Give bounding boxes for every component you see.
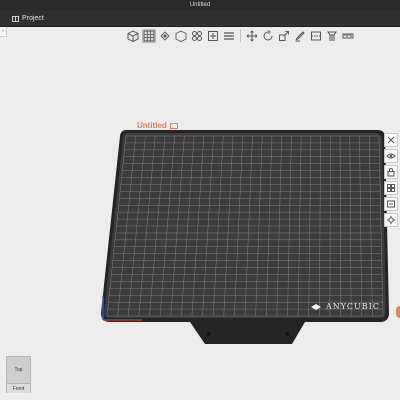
grid-line-vertical bbox=[359, 135, 362, 317]
view-cube-top-face[interactable]: Top bbox=[7, 357, 30, 383]
grid-view-icon[interactable] bbox=[142, 28, 156, 43]
layers-icon[interactable] bbox=[222, 29, 236, 43]
grid-line-vertical bbox=[369, 135, 373, 317]
plate-indicator-dot[interactable] bbox=[396, 306, 400, 318]
grid-line-vertical bbox=[276, 135, 282, 317]
support-icon[interactable] bbox=[325, 29, 339, 43]
plate-toolbar bbox=[384, 133, 400, 227]
menu-bar: Project bbox=[0, 11, 400, 27]
grid-line-vertical bbox=[319, 135, 321, 317]
grid-line-vertical bbox=[138, 135, 156, 317]
scale-icon[interactable] bbox=[277, 29, 291, 43]
build-plate-view bbox=[101, 130, 389, 344]
grid-line-vertical bbox=[223, 135, 234, 317]
grid-line-vertical bbox=[212, 135, 224, 317]
build-plate-surface bbox=[104, 133, 386, 318]
mount-hole-right bbox=[285, 332, 289, 336]
measure-icon[interactable] bbox=[341, 29, 355, 43]
arrange-plate-icon[interactable] bbox=[384, 181, 398, 195]
arrange-icon[interactable] bbox=[190, 29, 204, 43]
cloud-icon[interactable] bbox=[158, 29, 172, 43]
grid-line-vertical bbox=[234, 135, 243, 317]
move-icon[interactable] bbox=[245, 29, 259, 43]
grid-line-vertical bbox=[128, 135, 146, 317]
grid-line-vertical bbox=[308, 135, 312, 317]
sidebar-toggle[interactable]: › bbox=[0, 27, 7, 37]
bed-brand-text: ANYCUBIC bbox=[326, 302, 380, 311]
grid-line-vertical bbox=[266, 135, 273, 317]
view-cube[interactable]: Top Front bbox=[6, 356, 31, 393]
cut-icon[interactable] bbox=[309, 29, 323, 43]
grid-line-vertical bbox=[106, 135, 127, 317]
main-toolbar bbox=[126, 26, 355, 45]
grid-line-vertical bbox=[191, 135, 205, 317]
close-plate-icon[interactable] bbox=[384, 133, 398, 147]
grid-line-vertical bbox=[244, 135, 253, 317]
view-cube-front-face[interactable]: Front bbox=[7, 383, 30, 393]
mount-hole-left bbox=[207, 332, 211, 336]
plate-grid bbox=[106, 135, 384, 317]
cube-outline-icon[interactable] bbox=[174, 29, 188, 43]
project-menu-label: Project bbox=[22, 15, 44, 22]
grid-line-vertical bbox=[159, 135, 175, 317]
grid-line-vertical bbox=[349, 135, 352, 317]
eye-icon[interactable] bbox=[384, 149, 398, 163]
view-cube-front-label: Front bbox=[12, 385, 25, 392]
grid-line-vertical bbox=[378, 135, 384, 317]
grid-line-vertical bbox=[149, 135, 166, 317]
toolbar-separator bbox=[240, 29, 241, 42]
grid-line-vertical bbox=[181, 135, 195, 317]
bed-name-label[interactable]: Untitled bbox=[137, 121, 178, 130]
orient-icon[interactable] bbox=[206, 29, 220, 43]
orient-plate-icon[interactable] bbox=[384, 197, 398, 211]
grid-line-vertical bbox=[170, 135, 185, 317]
build-plate-frame bbox=[101, 130, 389, 344]
settings-plate-icon[interactable] bbox=[384, 213, 398, 227]
edit-name-icon[interactable] bbox=[169, 122, 178, 129]
grid-line-vertical bbox=[287, 135, 292, 317]
window-titlebar: Untitled bbox=[0, 0, 400, 11]
lock-icon[interactable] bbox=[384, 165, 398, 179]
project-icon bbox=[12, 15, 19, 22]
grid-line-vertical bbox=[117, 135, 136, 317]
grid-line-vertical bbox=[297, 135, 302, 317]
window-title: Untitled bbox=[189, 2, 211, 8]
view-cube-top-label: Top bbox=[14, 367, 23, 373]
cube-view-icon[interactable] bbox=[126, 29, 140, 43]
rotate-icon[interactable] bbox=[261, 29, 275, 43]
paint-icon[interactable] bbox=[293, 29, 307, 43]
grid-line-vertical bbox=[202, 135, 214, 317]
project-menu-button[interactable]: Project bbox=[12, 13, 44, 24]
anycubic-logo-icon bbox=[311, 303, 321, 310]
bed-brand-logo: ANYCUBIC bbox=[310, 302, 380, 311]
grid-line-vertical bbox=[255, 135, 263, 317]
bed-name: Untitled bbox=[137, 121, 167, 130]
